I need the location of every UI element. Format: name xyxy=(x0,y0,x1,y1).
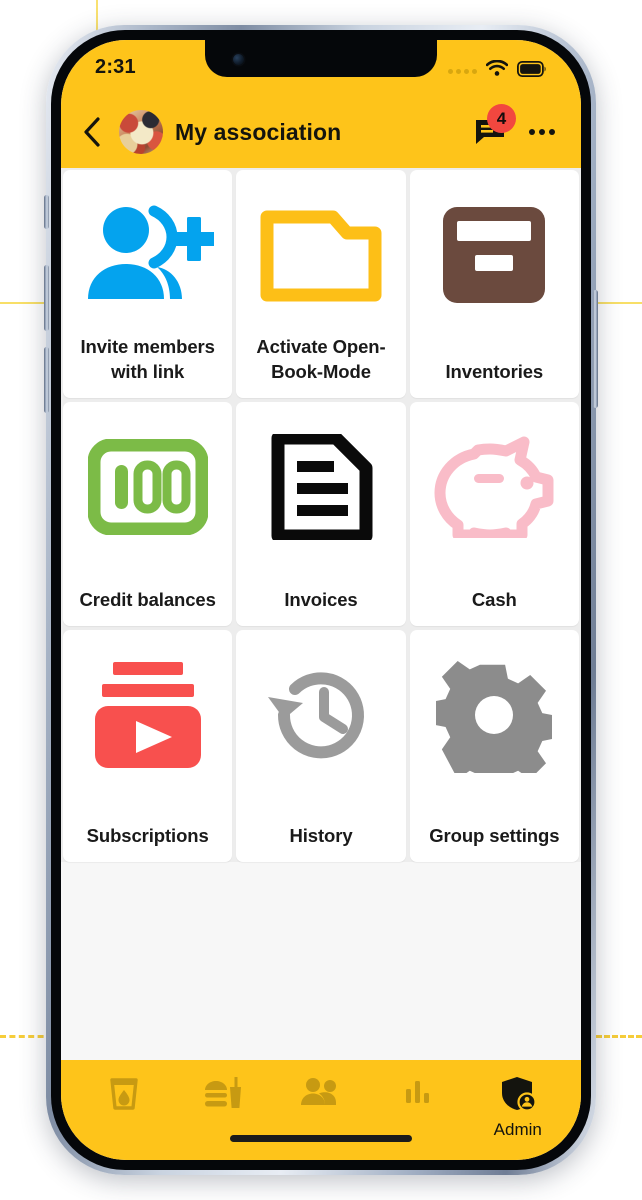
nav-item-drinks[interactable] xyxy=(79,1076,169,1120)
nav-item-statistics[interactable] xyxy=(374,1076,464,1114)
tile-invite-members[interactable]: Invite members with link xyxy=(63,170,233,398)
silent-switch-button[interactable] xyxy=(44,195,49,229)
back-button[interactable] xyxy=(77,112,107,152)
main-content: Invite members with link Activate Open-B… xyxy=(61,168,581,1060)
tile-label: History xyxy=(289,824,353,846)
phone-device-frame: 2:31 My association 4 Invite members wit… xyxy=(44,25,598,1175)
chat-button[interactable]: 4 xyxy=(469,104,516,154)
bar-chart-icon xyxy=(404,1076,434,1111)
tile-history[interactable]: History xyxy=(236,630,406,862)
tile-label: Invoices xyxy=(284,588,358,610)
fast-food-icon xyxy=(203,1076,243,1117)
tile-label: Subscriptions xyxy=(86,824,209,846)
avatar[interactable] xyxy=(119,110,163,154)
history-clock-icon xyxy=(262,650,380,780)
tile-label: Cash xyxy=(471,588,517,610)
tile-group-settings[interactable]: Group settings xyxy=(409,630,579,862)
gear-icon xyxy=(436,650,553,780)
document-lines-icon xyxy=(268,422,374,552)
hundred-banknote-icon xyxy=(87,422,208,552)
battery-full-icon xyxy=(516,60,547,82)
more-dot xyxy=(539,129,545,135)
more-dot xyxy=(529,129,535,135)
tile-label: Invite members with link xyxy=(80,336,215,382)
nav-item-members[interactable] xyxy=(276,1076,366,1116)
wifi-icon xyxy=(485,59,509,82)
tile-label: Activate Open-Book-Mode xyxy=(256,336,386,382)
tile-cash[interactable]: Cash xyxy=(409,402,579,626)
phone-screen: 2:31 My association 4 Invite members wit… xyxy=(61,40,581,1160)
drink-glass-icon xyxy=(107,1076,141,1117)
bottom-navigation-bar: Admin xyxy=(61,1060,581,1160)
open-folder-icon xyxy=(257,190,385,320)
storage-box-icon xyxy=(437,190,551,320)
tile-label: Group settings xyxy=(429,824,560,846)
tile-invoices[interactable]: Invoices xyxy=(236,402,406,626)
people-group-icon xyxy=(300,1076,342,1113)
signal-dots-icon xyxy=(448,68,477,74)
volume-up-button[interactable] xyxy=(44,265,49,331)
background-guide-line-right xyxy=(596,302,642,304)
power-button[interactable] xyxy=(593,290,598,408)
home-indicator[interactable] xyxy=(230,1135,412,1142)
front-camera-icon xyxy=(233,54,244,65)
more-dot xyxy=(549,129,555,135)
tile-inventories[interactable]: Inventories xyxy=(409,170,579,398)
tile-open-book-mode[interactable]: Activate Open-Book-Mode xyxy=(236,170,406,398)
piggy-bank-icon xyxy=(432,422,556,552)
device-notch xyxy=(205,40,437,77)
more-options-button[interactable] xyxy=(525,112,559,152)
action-grid: Invite members with link Activate Open-B… xyxy=(61,168,581,862)
admin-shield-icon xyxy=(500,1076,537,1117)
chevron-left-icon xyxy=(84,117,100,147)
tile-credit-balances[interactable]: Credit balances xyxy=(63,402,233,626)
background-guide-dash-right xyxy=(596,1035,642,1038)
screenshot-stage: 2:31 My association 4 Invite members wit… xyxy=(0,0,642,1200)
subscriptions-play-icon xyxy=(89,650,207,780)
tile-label: Credit balances xyxy=(79,588,216,610)
page-title: My association xyxy=(175,118,342,145)
tile-label: Inventories xyxy=(445,360,544,382)
chat-unread-badge: 4 xyxy=(487,104,516,133)
status-bar-clock: 2:31 xyxy=(95,56,136,78)
status-bar-icons xyxy=(448,56,547,82)
nav-item-food[interactable] xyxy=(178,1076,268,1120)
nav-item-admin[interactable]: Admin xyxy=(473,1076,563,1140)
volume-down-button[interactable] xyxy=(44,347,49,413)
person-add-icon xyxy=(82,190,214,320)
app-bar: My association 4 xyxy=(61,96,581,168)
tile-subscriptions[interactable]: Subscriptions xyxy=(63,630,233,862)
phone-bezel: 2:31 My association 4 Invite members wit… xyxy=(51,30,591,1170)
nav-label: Admin xyxy=(493,1120,542,1139)
